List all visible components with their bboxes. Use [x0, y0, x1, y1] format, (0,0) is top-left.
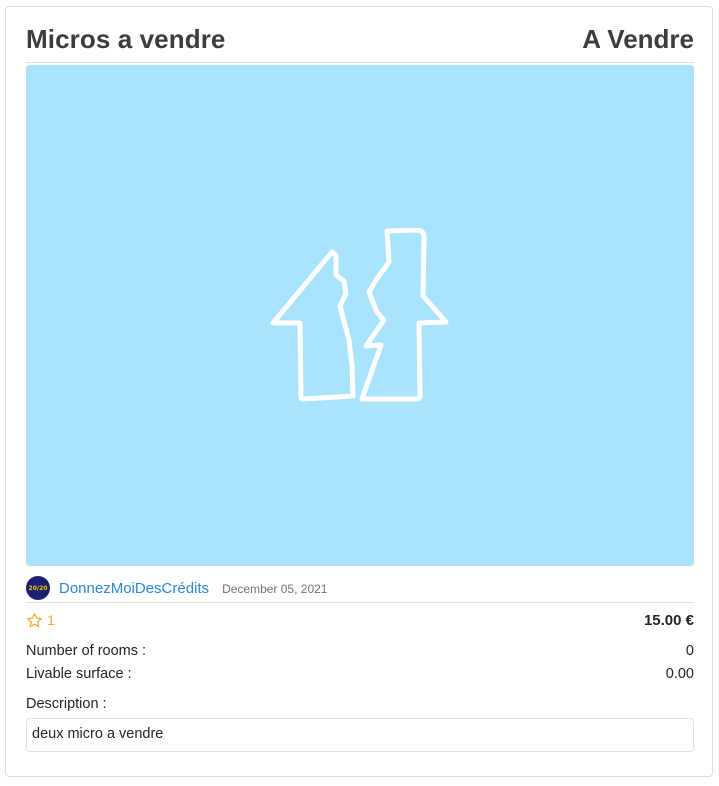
author-row: 20/20 DonnezMoiDesCrédits December 05, 2…	[26, 574, 694, 603]
listing-card: Micros a vendre A Vendre 20/20 DonnezMoi…	[5, 6, 713, 777]
listing-title: Micros a vendre	[26, 23, 226, 54]
listing-status: A Vendre	[582, 23, 694, 54]
stats-row: 1 15.00 €	[26, 608, 694, 632]
surface-row: Livable surface : 0.00	[26, 663, 694, 685]
listing-image-placeholder	[26, 65, 694, 566]
author-link[interactable]: DonnezMoiDesCrédits	[59, 580, 209, 597]
description-label: Description :	[26, 696, 107, 712]
rooms-value: 0	[685, 643, 694, 659]
post-date: December 05, 2021	[222, 582, 328, 596]
broken-house-icon	[270, 228, 449, 402]
listing-header: Micros a vendre A Vendre	[26, 20, 694, 63]
star-icon	[27, 612, 42, 627]
rooms-label: Number of rooms :	[26, 643, 147, 659]
surface-label: Livable surface :	[26, 666, 132, 682]
price: 15.00 €	[643, 611, 694, 629]
favorites-count: 1	[47, 612, 55, 628]
favorite-button[interactable]: 1	[26, 612, 55, 629]
surface-value: 0.00	[665, 666, 694, 682]
avatar[interactable]: 20/20	[26, 576, 50, 600]
rooms-row: Number of rooms : 0	[26, 640, 694, 662]
description-text: deux micro a vendre	[26, 718, 694, 752]
